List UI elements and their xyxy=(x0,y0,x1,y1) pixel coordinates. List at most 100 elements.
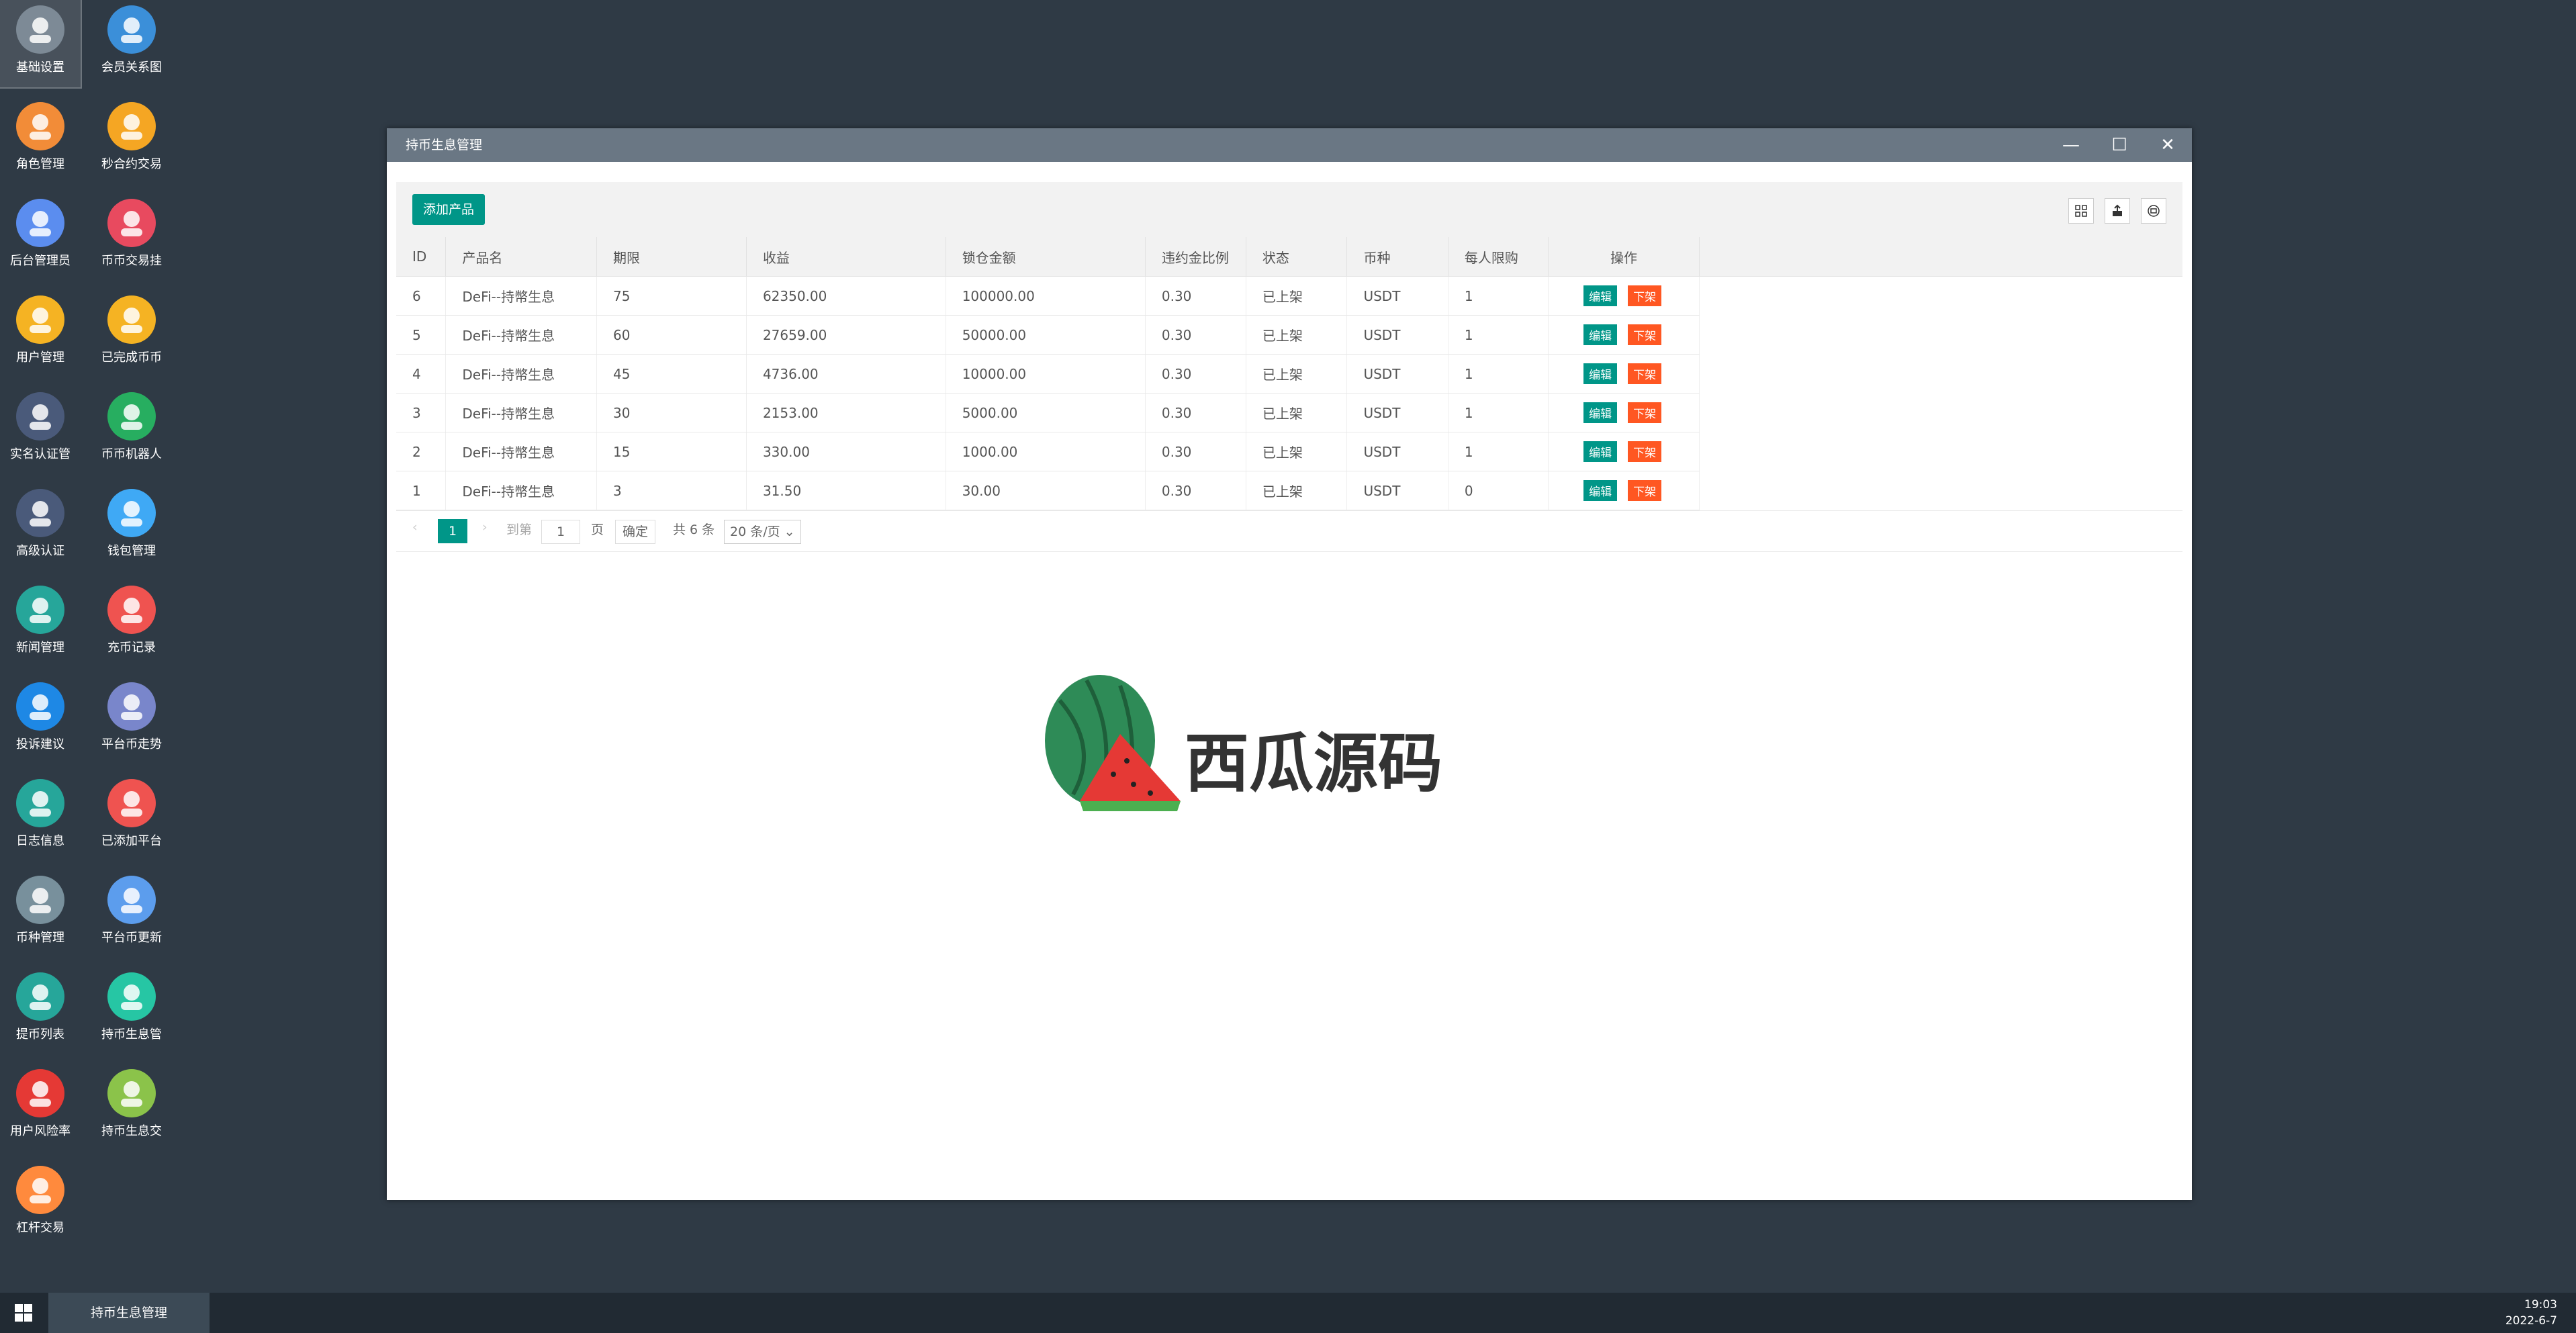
desktop-icon[interactable]: 用户风险率 xyxy=(0,1064,81,1151)
table-row: 3 DeFi--持幣生息 30 2153.00 5000.00 0.30 已上架 USDT 1 编… xyxy=(396,393,2182,432)
cell-term: 60 xyxy=(596,315,747,355)
cell-lock: 10000.00 xyxy=(946,354,1146,394)
cell-term: 3 xyxy=(596,471,747,510)
desktop-icon-label: 投诉建议 xyxy=(16,737,64,751)
desktop-icon[interactable]: 已完成币币 xyxy=(91,290,172,377)
column-header[interactable]: 币种 xyxy=(1346,237,1448,277)
current-page[interactable]: 1 xyxy=(438,519,467,543)
desktop-icon[interactable]: 币币机器人 xyxy=(91,387,172,474)
desktop-icon[interactable]: 持币生息交 xyxy=(91,1064,172,1151)
column-header[interactable]: 收益 xyxy=(746,237,946,277)
desktop-icon[interactable]: 平台币走势 xyxy=(91,677,172,764)
header-filler xyxy=(1699,237,2182,277)
cloud-refresh-icon xyxy=(107,876,156,924)
robot-icon xyxy=(107,392,156,441)
close-icon: ✕ xyxy=(2160,135,2175,155)
cell-status: 已上架 xyxy=(1246,432,1348,471)
prev-page-icon[interactable]: ‹ xyxy=(412,520,418,535)
column-header[interactable]: 每人限购 xyxy=(1448,237,1549,277)
cell-id: 2 xyxy=(396,432,447,471)
desktop-icon[interactable]: 币币交易挂 xyxy=(91,193,172,281)
cell-actions: 编辑 下架 xyxy=(1548,315,1700,355)
cell-limit: 0 xyxy=(1448,471,1549,510)
cell-name: DeFi--持幣生息 xyxy=(445,276,598,316)
desktop-icon[interactable]: 基础设置 xyxy=(0,0,82,89)
start-button[interactable] xyxy=(0,1293,47,1333)
desktop-icon[interactable]: 投诉建议 xyxy=(0,677,81,764)
total-count: 共 6 条 xyxy=(673,522,715,537)
edit-button[interactable]: 编辑 xyxy=(1583,324,1618,345)
cell-name: DeFi--持幣生息 xyxy=(445,432,598,471)
edit-button[interactable]: 编辑 xyxy=(1583,363,1618,384)
desktop-icon[interactable]: 新闻管理 xyxy=(0,580,81,668)
desktop-icon[interactable]: 充币记录 xyxy=(91,580,172,668)
desktop-icon[interactable]: 日志信息 xyxy=(0,774,81,861)
desktop-icon[interactable]: 已添加平台 xyxy=(91,774,172,861)
add-product-button[interactable]: 添加产品 xyxy=(412,194,486,225)
watermark-text: 西瓜源码 xyxy=(1185,726,1442,801)
cell-name: DeFi--持幣生息 xyxy=(445,393,598,432)
export-icon[interactable] xyxy=(2105,198,2130,224)
columns-filter-icon[interactable] xyxy=(2068,198,2094,224)
column-header[interactable]: 操作 xyxy=(1548,237,1700,277)
delist-button[interactable]: 下架 xyxy=(1628,324,1662,345)
window-body: 添加产品 ID 产品名 期限 收益 锁仓金额 违约金比例 状态 币种 每人限购 操作 6 DeFi-… xyxy=(396,182,2182,552)
window-titlebar[interactable]: 持币生息管理 — ☐ ✕ xyxy=(387,128,2192,162)
edit-button[interactable]: 编辑 xyxy=(1583,441,1618,462)
network-icon xyxy=(107,5,156,54)
column-header[interactable]: ID xyxy=(396,237,447,277)
cell-status: 已上架 xyxy=(1246,393,1348,432)
column-header[interactable]: 状态 xyxy=(1246,237,1348,277)
desktop-icon[interactable]: 高级认证 xyxy=(0,484,81,571)
cell-income: 62350.00 xyxy=(746,276,946,316)
desktop-icon[interactable]: 秒合约交易 xyxy=(91,97,172,184)
table-body: 6 DeFi--持幣生息 75 62350.00 100000.00 0.30 已上架 USD… xyxy=(396,276,2182,510)
delist-button[interactable]: 下架 xyxy=(1628,363,1662,384)
desktop-icon[interactable]: 持币生息管 xyxy=(91,967,172,1054)
delist-button[interactable]: 下架 xyxy=(1628,285,1662,306)
column-header[interactable]: 产品名 xyxy=(445,237,598,277)
maximize-button[interactable]: ☐ xyxy=(2095,128,2144,162)
column-header[interactable]: 锁仓金额 xyxy=(946,237,1146,277)
desktop-icon[interactable]: 实名认证管 xyxy=(0,387,81,474)
column-header[interactable]: 违约金比例 xyxy=(1145,237,1246,277)
cell-penalty: 0.30 xyxy=(1145,393,1246,432)
edit-button[interactable]: 编辑 xyxy=(1583,480,1618,501)
goto-page-input[interactable]: 1 xyxy=(541,520,580,544)
cell-term: 45 xyxy=(596,354,747,394)
column-header[interactable]: 期限 xyxy=(596,237,747,277)
next-page-icon[interactable]: › xyxy=(482,520,488,535)
desktop-icon[interactable]: 币种管理 xyxy=(0,870,81,958)
desktop-icon-label: 用户风险率 xyxy=(10,1124,71,1138)
cell-limit: 1 xyxy=(1448,276,1549,316)
stopwatch-icon xyxy=(107,102,156,150)
desktop-icon[interactable]: 会员关系图 xyxy=(91,0,172,87)
cell-id: 4 xyxy=(396,354,447,394)
cell-income: 31.50 xyxy=(746,471,946,510)
delist-button[interactable]: 下架 xyxy=(1628,441,1662,462)
delist-button[interactable]: 下架 xyxy=(1628,402,1662,423)
edit-button[interactable]: 编辑 xyxy=(1583,402,1618,423)
desktop-icon[interactable]: 角色管理 xyxy=(0,97,81,184)
edit-button[interactable]: 编辑 xyxy=(1583,285,1618,306)
taskbar-item[interactable]: 持币生息管理 xyxy=(48,1293,210,1333)
minimize-button[interactable]: — xyxy=(2047,128,2095,162)
desktop-icon[interactable]: 平台币更新 xyxy=(91,870,172,958)
desktop-icon[interactable]: 杠杆交易 xyxy=(0,1160,81,1248)
windows-icon xyxy=(15,1304,32,1322)
row-filler xyxy=(1699,394,2182,432)
desktop-icon[interactable]: 钱包管理 xyxy=(91,484,172,571)
desktop-icon-label: 平台币更新 xyxy=(101,931,162,945)
desktop-icon[interactable]: 用户管理 xyxy=(0,290,81,377)
desktop-icon[interactable]: 后台管理员 xyxy=(0,193,81,281)
print-icon[interactable] xyxy=(2141,198,2166,224)
minimize-icon: — xyxy=(2062,135,2080,155)
desktop-icon[interactable]: 提币列表 xyxy=(0,967,81,1054)
delist-button[interactable]: 下架 xyxy=(1628,480,1662,501)
close-button[interactable]: ✕ xyxy=(2144,128,2192,162)
desktop-icon-label: 秒合约交易 xyxy=(101,157,162,171)
cell-penalty: 0.30 xyxy=(1145,354,1246,394)
desktop-icon-label: 提币列表 xyxy=(16,1027,64,1042)
per-page-select[interactable]: 20 条/页 ⌄ xyxy=(724,520,801,544)
goto-confirm-button[interactable]: 确定 xyxy=(615,520,656,544)
